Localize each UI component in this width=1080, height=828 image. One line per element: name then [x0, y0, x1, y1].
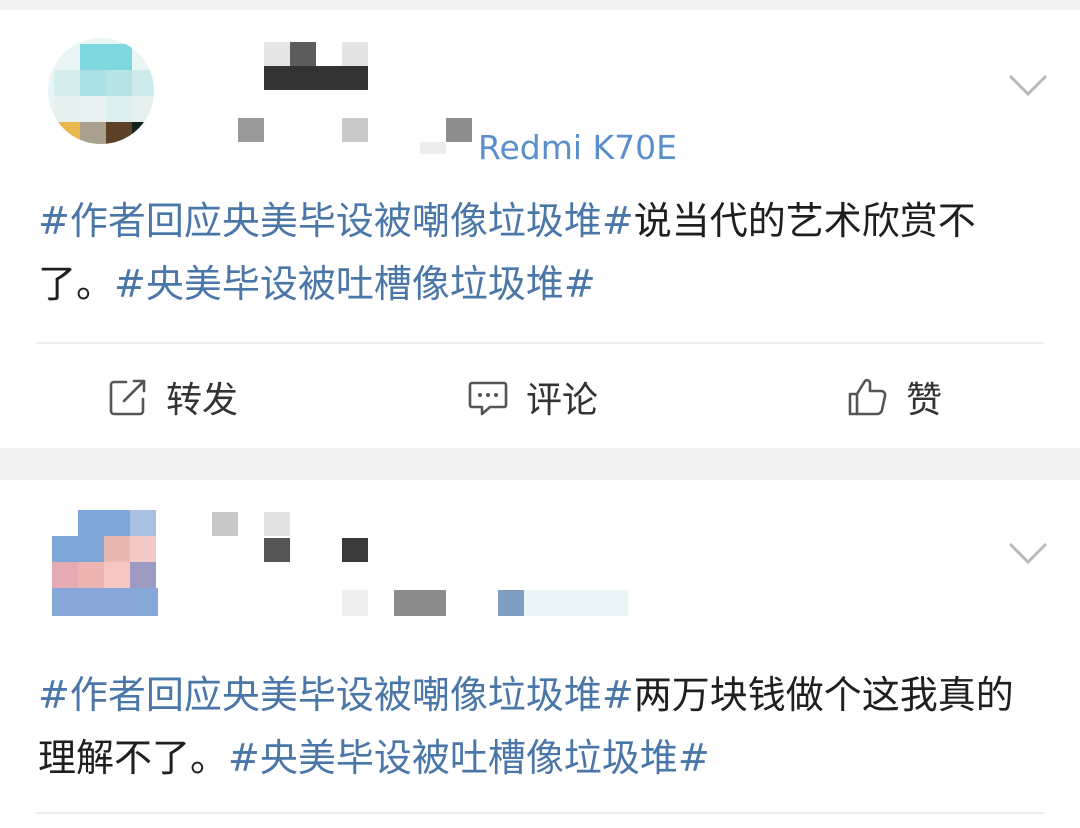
hashtag-link[interactable]: #作者回应央美毕设被嘲像垃圾堆#	[38, 673, 634, 717]
post-card-2: #作者回应央美毕设被嘲像垃圾堆#两万块钱做个这我真的理解不了。#央美毕设被吐槽像…	[0, 480, 1080, 828]
edit-share-icon	[109, 379, 146, 416]
comment-label: 评论	[526, 380, 599, 421]
thumbs-up-icon	[848, 378, 887, 416]
repost-label: 转发	[166, 380, 239, 421]
post-card-1: Redmi K70E #作者回应央美毕设被嘲像垃圾堆#说当代的艺术欣赏不了。#央…	[0, 10, 1080, 448]
post-text-2: #作者回应央美毕设被嘲像垃圾堆#两万块钱做个这我真的理解不了。#央美毕设被吐槽像…	[38, 664, 1048, 790]
repost-button[interactable]: 转发	[106, 372, 238, 422]
hashtag-link[interactable]: #作者回应央美毕设被嘲像垃圾堆#	[38, 199, 634, 243]
user-avatar-2[interactable]	[52, 510, 158, 616]
hashtag-link[interactable]: #央美毕设被吐槽像垃圾堆#	[228, 736, 710, 780]
hashtag-link[interactable]: #央美毕设被吐槽像垃圾堆#	[114, 262, 596, 306]
like-button[interactable]: 赞	[846, 372, 942, 422]
divider	[36, 812, 1044, 814]
comment-button[interactable]: 评论	[466, 372, 598, 422]
chevron-down-icon[interactable]	[1006, 538, 1050, 568]
chevron-down-icon[interactable]	[1006, 70, 1050, 100]
comment-bubble-icon	[468, 381, 508, 416]
like-label: 赞	[906, 380, 943, 421]
user-avatar-1[interactable]	[48, 38, 154, 144]
post-text-1: #作者回应央美毕设被嘲像垃圾堆#说当代的艺术欣赏不了。#央美毕设被吐槽像垃圾堆#	[38, 190, 1048, 316]
divider	[36, 342, 1044, 344]
device-label: Redmi K70E	[478, 128, 677, 167]
